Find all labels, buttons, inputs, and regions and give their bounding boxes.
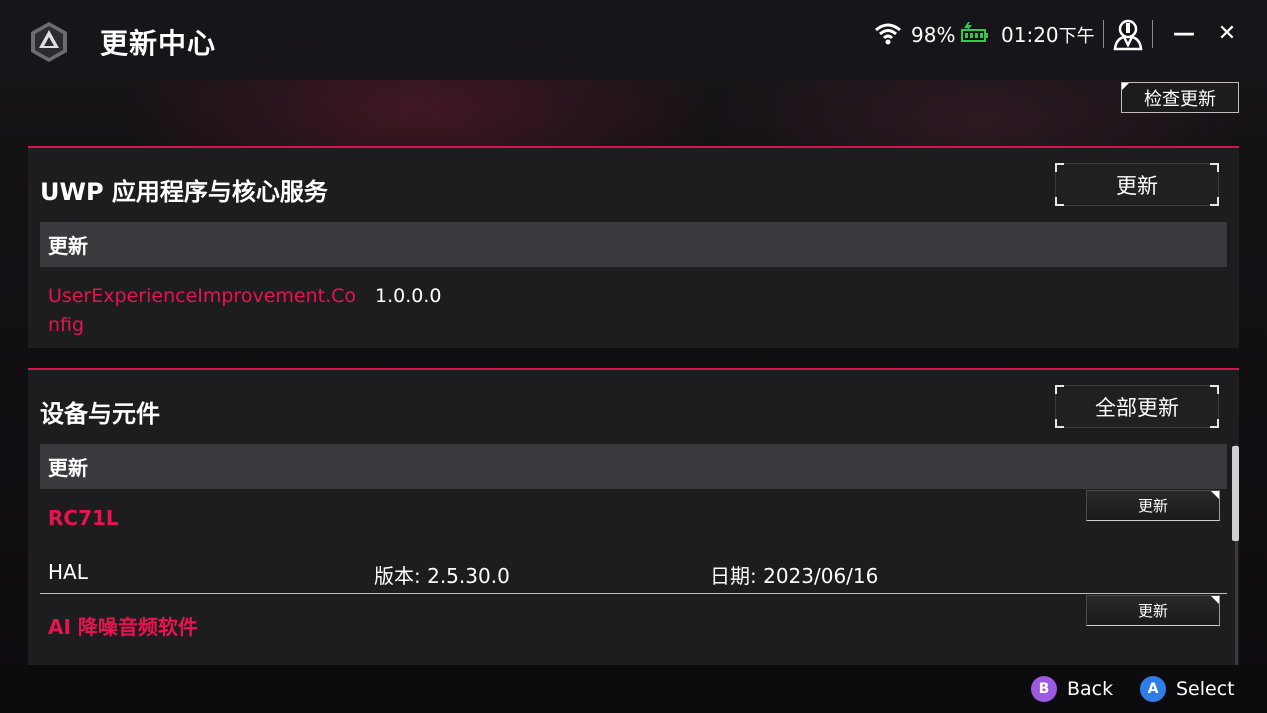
a-button-icon: A: [1140, 676, 1166, 702]
device-update-button[interactable]: 更新: [1086, 595, 1220, 626]
clock-suffix: 下午: [1058, 26, 1095, 47]
device-version: 版本: 2.5.30.0: [374, 564, 510, 588]
status-divider: [1103, 20, 1104, 48]
clock: 01:20 下午: [1001, 20, 1095, 50]
device-item-name[interactable]: RC71L: [48, 506, 119, 530]
battery-percent: 98%: [911, 23, 956, 47]
table-header: 更新: [40, 444, 1227, 489]
scrollbar-thumb[interactable]: [1232, 446, 1239, 541]
battery-charging-icon: [960, 22, 990, 44]
close-button[interactable]: ✕: [1212, 18, 1242, 48]
rog-logo-icon: [28, 21, 70, 63]
b-button-icon: B: [1031, 676, 1057, 702]
back-hint[interactable]: B Back: [1031, 676, 1113, 702]
status-divider: [1152, 20, 1153, 48]
clock-time: 01:20: [1001, 23, 1059, 47]
update-all-button[interactable]: 全部更新: [1055, 385, 1219, 428]
device-date: 日期: 2023/06/16: [710, 564, 879, 588]
uwp-section: UWP 应用程序与核心服务 更新 更新 UserExperienceImprov…: [28, 146, 1239, 348]
row-divider: [40, 593, 1227, 594]
device-section: 设备与元件 全部更新 更新 RC71L 更新 HAL 版本: 2.5.30.0 …: [28, 368, 1239, 665]
device-update-button[interactable]: 更新: [1086, 490, 1220, 521]
app-title: 更新中心: [100, 27, 217, 60]
select-hint[interactable]: A Select: [1140, 676, 1235, 702]
select-label: Select: [1176, 678, 1235, 700]
minimize-button[interactable]: —: [1169, 18, 1199, 48]
button-label: 全部更新: [1095, 395, 1179, 420]
check-update-button[interactable]: 检查更新: [1121, 82, 1239, 113]
button-label: 更新: [1116, 173, 1158, 198]
device-sub-name: HAL: [48, 560, 88, 584]
section-title: UWP 应用程序与核心服务: [40, 178, 328, 206]
uwp-item-name[interactable]: UserExperienceImprovement.Config: [48, 282, 360, 340]
device-item-name[interactable]: AI 降噪音频软件: [48, 611, 198, 640]
section-title: 设备与元件: [40, 400, 160, 428]
back-label: Back: [1067, 678, 1114, 700]
table-header: 更新: [40, 222, 1227, 267]
uwp-update-button[interactable]: 更新: [1055, 163, 1219, 206]
user-icon[interactable]: [1112, 17, 1144, 51]
uwp-item-version: 1.0.0.0: [375, 285, 442, 307]
wifi-icon: [874, 22, 902, 46]
